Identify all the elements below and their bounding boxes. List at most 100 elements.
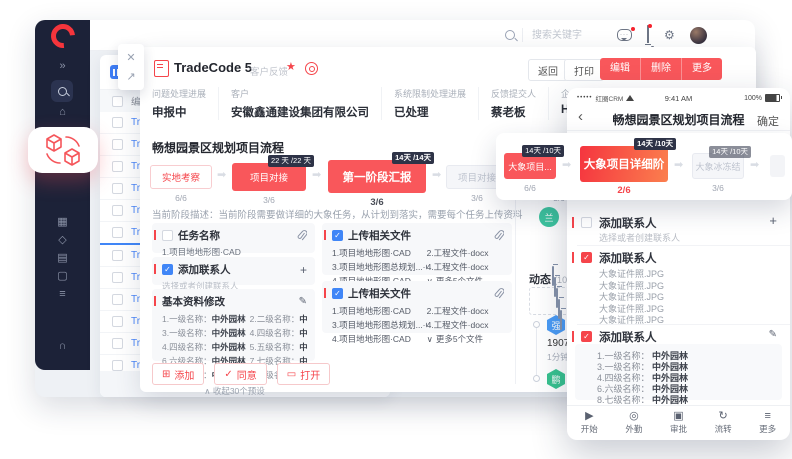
task-card[interactable]: 任务名称 1.项目地地形图·CAD xyxy=(152,223,315,253)
plus-icon[interactable]: + xyxy=(300,263,307,277)
file-link[interactable]: 4.项目地地形图·CAD xyxy=(332,333,427,345)
drop-icon[interactable]: ◇ xyxy=(35,232,90,248)
red-marker xyxy=(324,288,326,298)
search-input[interactable] xyxy=(530,29,629,42)
expand-icon[interactable]: ↗ xyxy=(126,70,135,83)
sidebar-search-button[interactable] xyxy=(51,80,73,102)
settings-icon[interactable]: ⚙ xyxy=(664,29,675,41)
folder-icon: ▣ xyxy=(673,411,683,422)
upload-files-card[interactable]: ✓ 上传相关文件 1.项目地地形图·CAD 2.工程文件·docx 3.项目地地… xyxy=(322,223,512,275)
trash-icon[interactable] xyxy=(560,310,562,330)
task-checkbox[interactable] xyxy=(162,230,173,241)
confirm-button[interactable]: 确定 xyxy=(757,113,779,129)
global-search[interactable] xyxy=(505,20,629,50)
flow-step[interactable]: 实地考察 xyxy=(150,165,212,189)
select-all-checkbox[interactable] xyxy=(112,96,123,107)
contact-checkbox[interactable] xyxy=(581,217,592,228)
collapse-sidebar-icon[interactable]: » xyxy=(35,58,90,74)
upload-checkbox[interactable]: ✓ xyxy=(332,230,343,241)
pencil-icon[interactable]: ✎ xyxy=(769,329,777,340)
stack-icon[interactable]: ▢ xyxy=(35,268,90,284)
open-button[interactable]: ▭打开 xyxy=(277,363,330,385)
user-avatar[interactable] xyxy=(690,27,707,44)
grid-icon[interactable]: ▦ xyxy=(35,214,90,230)
contact-checkbox[interactable]: ✓ xyxy=(581,331,592,342)
more-files-link[interactable]: ∨更多5个文件 xyxy=(427,333,504,345)
red-marker xyxy=(154,264,156,274)
flow-step-current[interactable]: 14天 /10天 大象项目详细阶 xyxy=(580,146,668,182)
row-checkbox[interactable] xyxy=(112,338,123,349)
sync-cubes-badge[interactable] xyxy=(28,127,98,173)
row-checkbox[interactable] xyxy=(112,272,123,283)
seal-icon xyxy=(305,62,318,75)
more-button[interactable]: 更多 xyxy=(682,58,722,80)
calendar-icon[interactable]: ▤ xyxy=(35,250,90,266)
menu-icon[interactable]: ≡ xyxy=(35,286,90,302)
stage-description: 当前阶段描述：当前阶段需要做详细的大象任务，从计划到落实，需要每个任务上传资料 xyxy=(152,207,523,221)
file-link[interactable]: 3.项目地地形图总规划...·CAD xyxy=(332,319,427,331)
close-icon[interactable]: ✕ xyxy=(126,51,135,64)
action-button-group: 编辑 删除 更多 xyxy=(600,58,722,80)
file-link[interactable]: 1.项目地地形图·CAD xyxy=(332,247,427,259)
messages-button[interactable]: ··· xyxy=(617,29,632,41)
delete-button[interactable]: 删除 xyxy=(641,58,682,80)
file-link[interactable]: 3.项目地地形图总规划...·CAD xyxy=(332,261,427,273)
cycle-icon: ↻ xyxy=(718,411,727,422)
tab-field-work[interactable]: ◎外勤 xyxy=(612,406,657,440)
pencil-icon[interactable]: ✎ xyxy=(299,296,307,307)
tab-approval[interactable]: ▣审批 xyxy=(656,406,701,440)
add-button[interactable]: ⊞添加 xyxy=(152,363,204,385)
row-checkbox[interactable] xyxy=(112,161,123,172)
back-button[interactable]: 返回 xyxy=(528,59,568,81)
print-button[interactable]: 打印 xyxy=(564,59,604,81)
file-link[interactable]: 2.工程文件·docx xyxy=(427,247,504,259)
upload-files-card[interactable]: ✓ 上传相关文件 1.项目地地形图·CAD 2.工程文件·docx 3.项目地地… xyxy=(322,281,512,333)
row-checkbox[interactable] xyxy=(112,294,123,305)
upload-checkbox[interactable]: ✓ xyxy=(332,288,343,299)
agree-button[interactable]: ✓同意 xyxy=(214,363,266,385)
phone-navbar: ‹ 畅想园景区规划项目流程 确定 xyxy=(567,105,790,131)
row-checkbox[interactable] xyxy=(112,360,123,371)
arrow-right-icon: ➡ xyxy=(432,170,441,181)
search-icon xyxy=(58,87,67,96)
phone-status-bar: ••••• 红圈CRM 9:41 AM 100% xyxy=(577,92,780,104)
collapse-presets-link[interactable]: ∧ 收起30个预设 xyxy=(162,385,307,397)
panel-window-controls: ✕ ↗ xyxy=(118,44,144,90)
building-icon[interactable]: ⌂ xyxy=(35,104,90,120)
edit-button[interactable]: 编辑 xyxy=(600,58,641,80)
add-icon: ⊞ xyxy=(162,369,170,380)
row-checkbox[interactable] xyxy=(112,316,123,327)
file-link[interactable]: 4.工程文件·docx xyxy=(427,319,504,331)
row-checkbox[interactable] xyxy=(112,227,123,238)
file-link[interactable]: 4.工程文件·docx xyxy=(427,261,504,273)
flow-step-current[interactable]: 14天 /14天 第一阶段汇报 xyxy=(328,160,426,193)
headset-icon[interactable]: ∩ xyxy=(35,338,90,354)
favorite-star-icon[interactable]: ★ xyxy=(286,60,296,73)
basic-info-card[interactable]: 基本资料修改 ✎ 1.一级名称：中外园林 2.二级名称：中外园林 3.一级名称：… xyxy=(152,289,315,361)
tab-more[interactable]: ≡更多 xyxy=(745,406,790,440)
row-checkbox[interactable] xyxy=(112,117,123,128)
flow-step[interactable]: 14天 /10天 大象冰冻结 xyxy=(692,153,744,179)
red-marker xyxy=(572,217,574,228)
row-checkbox[interactable] xyxy=(112,139,123,150)
flow-step[interactable]: 14天 /10天 大象项目... xyxy=(504,153,556,179)
row-checkbox[interactable] xyxy=(112,205,123,216)
row-checkbox[interactable] xyxy=(112,250,123,261)
step-count: 3/6 xyxy=(692,183,744,193)
row-checkbox[interactable] xyxy=(112,183,123,194)
notifications-button[interactable] xyxy=(647,26,649,44)
cubes-sync-icon xyxy=(41,133,85,167)
notification-dot xyxy=(631,27,635,31)
contact-card[interactable]: ✓ 添加联系人 + 选择或者创建联系人 xyxy=(152,257,315,285)
file-link[interactable]: 1.项目地地形图·CAD xyxy=(332,305,427,317)
contact-checkbox[interactable]: ✓ xyxy=(162,264,173,275)
plus-icon[interactable]: + xyxy=(769,213,777,228)
app-logo xyxy=(46,19,80,53)
paperclip-icon xyxy=(494,230,504,241)
tab-flow[interactable]: ↻流转 xyxy=(701,406,746,440)
field: 问题处理进展申报中 xyxy=(152,87,218,120)
contact-checkbox[interactable]: ✓ xyxy=(581,252,592,263)
tab-start[interactable]: ▶开始 xyxy=(567,406,612,440)
file-link[interactable]: 2.工程文件·docx xyxy=(427,305,504,317)
flow-step[interactable]: 22 天 /22 天 项目对接 xyxy=(232,163,306,191)
